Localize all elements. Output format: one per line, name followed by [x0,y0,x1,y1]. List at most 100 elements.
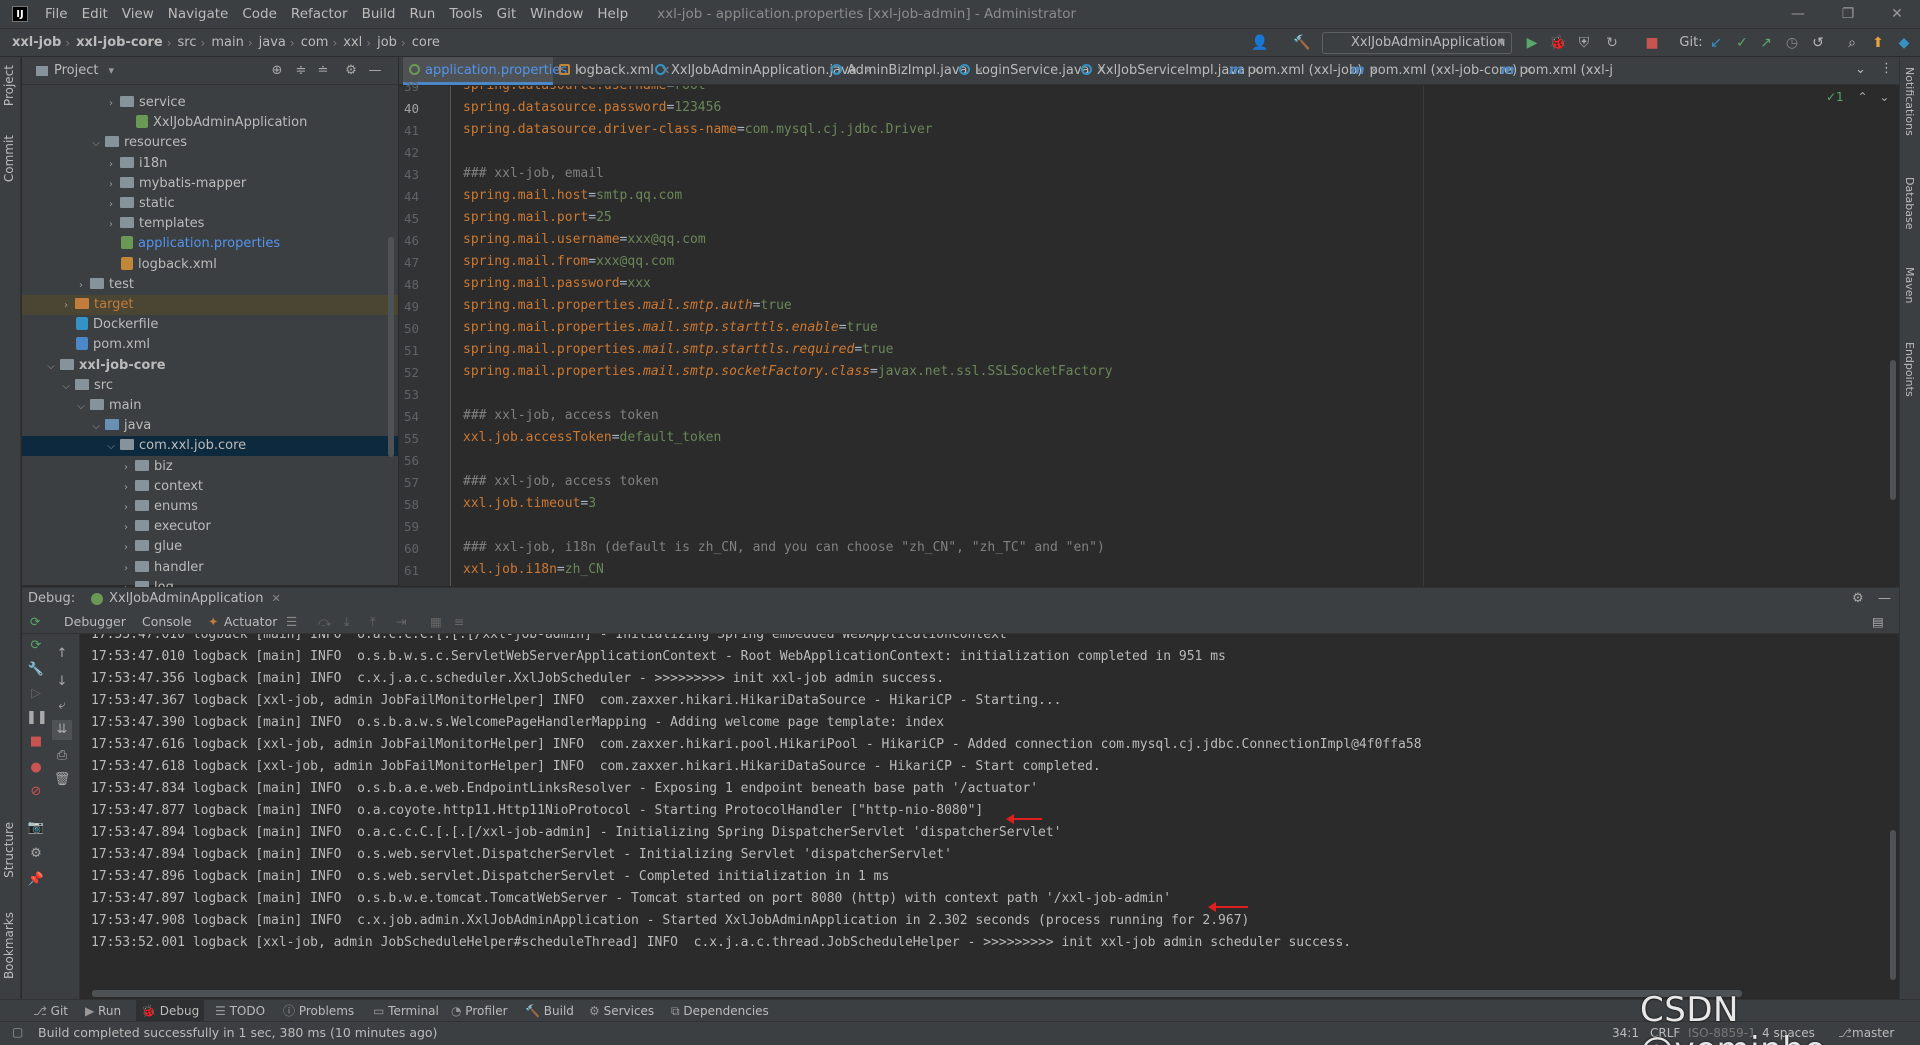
tree-item[interactable]: ⌵ resources [22,133,398,153]
bottom-tab-run[interactable]: ▶ Run [80,1000,126,1022]
scroll-up-icon[interactable]: ↑ [52,644,72,664]
breadcrumb-item[interactable]: com [295,35,329,50]
console-tab[interactable]: Console [142,609,192,634]
bottom-tab-build[interactable]: 🔨 Build [520,1000,579,1022]
project-tool-tab[interactable]: Project [2,65,16,106]
breadcrumb-item[interactable]: main [205,35,243,50]
restore-button[interactable]: ❐ [1825,0,1871,29]
tree-item[interactable]: › biz [22,457,398,477]
maven-tool-tab[interactable]: Maven [1903,267,1916,303]
collapsed-arrow-icon[interactable]: › [105,175,117,195]
editor-tab[interactable]: XxlJobServiceImpl.java ✕ [1075,57,1261,85]
expanded-arrow-icon[interactable]: ⌵ [60,377,72,397]
wrench-icon[interactable]: 🔧 [26,660,46,680]
bookmarks-tool-tab[interactable]: Bookmarks [2,912,16,979]
step-into-icon[interactable]: ⤓ [344,609,350,634]
close-window-button[interactable]: ✕ [1874,0,1920,29]
debug-session-tab[interactable]: XxlJobAdminApplication [109,591,263,606]
bottom-tab-todo[interactable]: ☰ TODO [210,1000,270,1022]
step-out-icon[interactable]: ⤒ [370,609,376,634]
notifications-tool-tab[interactable]: Notifications [1903,67,1916,136]
tree-item[interactable]: › enums [22,497,398,517]
resume-program-icon[interactable]: ▷ [26,684,46,704]
scroll-down-icon[interactable]: ↓ [52,672,72,692]
hide-panel-icon[interactable]: — [1878,591,1891,606]
collapsed-arrow-icon[interactable]: › [120,559,132,579]
mute-breakpoints-icon[interactable]: ⊘ [26,782,46,802]
view-breakpoints-icon[interactable]: ● [26,758,46,778]
soft-wrap-icon[interactable]: ⤶ [52,696,72,716]
status-message[interactable]: Build completed successfully in 1 sec, 3… [38,1022,437,1044]
tab-overflow-chevron-icon[interactable]: ⌄ [1855,62,1866,77]
editor-scrollbar[interactable] [1890,360,1896,500]
menu-code[interactable]: Code [235,0,284,29]
settings-icon[interactable]: ⚙ [26,844,46,864]
gear-icon[interactable]: ⚙ [1852,591,1864,606]
collapsed-arrow-icon[interactable]: › [105,94,117,114]
bottom-tab-terminal[interactable]: ▭ Terminal [368,1000,444,1022]
breadcrumb-item[interactable]: xxl-job [6,35,61,50]
tree-item[interactable]: › executor [22,517,398,537]
expanded-arrow-icon[interactable]: ⌵ [105,437,117,457]
menu-git[interactable]: Git [490,0,524,29]
tree-item[interactable]: application.properties [22,234,398,254]
editor-tab[interactable]: application.properties ✕ [403,57,583,85]
step-over-icon[interactable]: ⤼ [318,609,331,634]
tree-item[interactable]: › test [22,275,398,295]
debugger-tab[interactable]: Debugger [64,609,126,634]
bottom-tab-git[interactable]: ⎇ Git [28,1000,73,1022]
menu-help[interactable]: Help [590,0,635,29]
breadcrumb-item[interactable]: src [172,35,197,50]
menu-navigate[interactable]: Navigate [161,0,236,29]
structure-tool-tab[interactable]: Structure [2,822,16,878]
search-icon[interactable]: ⌕ [1842,33,1862,53]
editor-tab[interactable]: AdminBizImpl.java ✕ [825,57,984,85]
print-icon[interactable]: ⎙ [52,746,72,766]
user-icon[interactable]: 👤 [1250,33,1270,53]
menu-view[interactable]: View [115,0,161,29]
build-hammer-icon[interactable]: 🔨 [1292,33,1312,53]
editor-tab[interactable]: XxlJobAdminApplication.java ✕ [649,57,873,85]
tree-item[interactable]: Dockerfile [22,315,398,335]
camera-icon[interactable]: 📷 [26,818,46,838]
editor-tab[interactable]: logback.xml ✕ [553,57,670,85]
run-icon[interactable]: ▶ [1522,33,1542,53]
breadcrumb-item[interactable]: java [253,35,286,50]
expanded-arrow-icon[interactable]: ⌵ [90,417,102,437]
layout-icon[interactable]: ▤ [1872,609,1884,634]
tree-item[interactable]: › context [22,477,398,497]
collapsed-arrow-icon[interactable]: › [105,155,117,175]
console-vertical-scrollbar[interactable] [1890,830,1896,980]
git-update-icon[interactable]: ↙ [1706,33,1726,53]
expanded-arrow-icon[interactable]: ⌵ [75,397,87,417]
previous-highlight-icon[interactable]: ⌃ [1858,90,1868,104]
scroll-to-end-icon[interactable]: ⇊ [52,720,72,740]
menu-lines-icon[interactable]: ☰ [286,609,297,634]
collapsed-arrow-icon[interactable]: › [105,215,117,235]
rerun-icon[interactable]: ⟳ [30,609,40,634]
locate-target-icon[interactable]: ⊕ [268,62,286,80]
bottom-tab-profiler[interactable]: ◔ Profiler [446,1000,513,1022]
tree-item[interactable]: › static [22,194,398,214]
inspection-widget[interactable]: ✓1 ⌃ ⌄ [1826,90,1889,104]
history-icon[interactable]: ◷ [1782,33,1802,53]
stop-icon[interactable]: ■ [1642,33,1662,53]
editor-tab[interactable]: m pom.xml (xxl-job-core) ✕ [1345,57,1533,85]
minimize-button[interactable]: — [1775,0,1821,29]
next-highlight-icon[interactable]: ⌄ [1879,90,1889,104]
rollback-icon[interactable]: ↺ [1808,33,1828,53]
bottom-tab-dependencies[interactable]: ⧉ Dependencies [666,1000,774,1022]
debug-bug-icon[interactable]: 🐞 [1548,33,1568,53]
breadcrumb-item[interactable]: xxl [337,35,362,50]
menu-refactor[interactable]: Refactor [284,0,355,29]
bottom-tab-services[interactable]: ⚙ Services [584,1000,659,1022]
project-scrollbar[interactable] [388,237,394,457]
collapsed-arrow-icon[interactable]: › [120,538,132,558]
resume-icon[interactable]: ⟳ [26,636,46,656]
expanded-arrow-icon[interactable]: ⌵ [90,134,102,154]
tree-item[interactable]: › mybatis-mapper [22,174,398,194]
trace-icon[interactable]: ≡ [454,609,464,634]
collapsed-arrow-icon[interactable]: › [120,498,132,518]
coverage-icon[interactable]: ⛨ [1574,33,1594,53]
status-panel-toggle-icon[interactable]: ▢ [12,1025,23,1039]
